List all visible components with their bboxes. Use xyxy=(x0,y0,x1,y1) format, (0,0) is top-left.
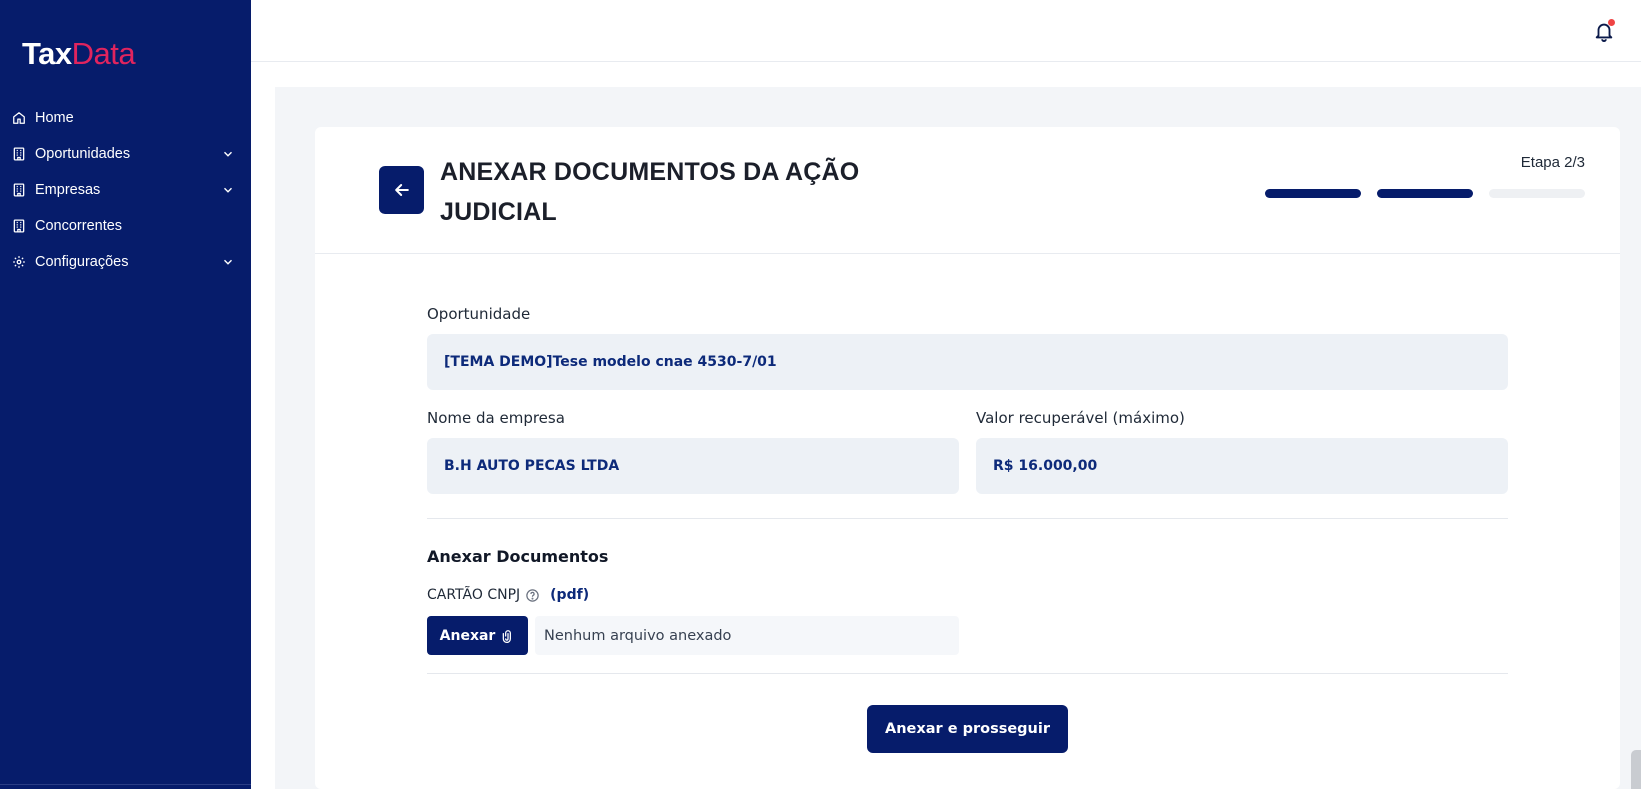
sidebar-item-label: Concorrentes xyxy=(35,218,123,234)
top-header xyxy=(251,0,1641,62)
logo-text-tax: Tax xyxy=(22,36,72,71)
help-circle-icon[interactable] xyxy=(525,588,540,603)
opportunity-field: [TEMA DEMO]Tese modelo cnae 4530-7/01 xyxy=(427,334,1508,390)
back-button[interactable] xyxy=(379,166,424,214)
attach-file-button[interactable]: Anexar xyxy=(427,616,528,655)
document-label: CARTÃO CNPJ (pdf) xyxy=(427,587,589,603)
form-card: ANEXAR DOCUMENTOS DA AÇÃO JUDICIAL Etapa… xyxy=(315,127,1620,789)
sidebar-item-concorrentes[interactable]: Concorrentes xyxy=(0,208,251,244)
chevron-down-icon[interactable] xyxy=(221,183,235,197)
sidebar-item-empresas[interactable]: Empresas xyxy=(0,172,251,208)
notification-badge xyxy=(1608,19,1615,26)
step-indicator-label: Etapa 2/3 xyxy=(1520,154,1585,171)
scrollbar-thumb[interactable] xyxy=(1631,750,1641,789)
attach-and-continue-button[interactable]: Anexar e prosseguir xyxy=(867,705,1068,753)
sidebar-item-label: Empresas xyxy=(35,182,101,198)
sidebar-item-oportunidades[interactable]: Oportunidades xyxy=(0,136,251,172)
step-bar-2 xyxy=(1377,189,1473,198)
attach-button-label: Anexar xyxy=(439,627,496,644)
card-header: ANEXAR DOCUMENTOS DA AÇÃO JUDICIAL Etapa… xyxy=(315,127,1620,254)
section-divider xyxy=(427,673,1508,674)
recoverable-value-label: Valor recuperável (máximo) xyxy=(976,409,1185,427)
sidebar-nav: Home Oportunidades Empresas Concorrentes xyxy=(0,100,251,280)
building-icon xyxy=(12,219,26,233)
arrow-left-icon xyxy=(394,184,409,196)
sidebar-item-home[interactable]: Home xyxy=(0,100,251,136)
paperclip-icon xyxy=(503,629,512,643)
opportunity-label: Oportunidade xyxy=(427,305,531,323)
sidebar-divider xyxy=(0,784,251,785)
sidebar: TaxData Home Oportunidades Empresas Conc… xyxy=(0,0,251,789)
company-name-label: Nome da empresa xyxy=(427,409,565,427)
gear-icon xyxy=(12,255,26,269)
sidebar-item-label: Oportunidades xyxy=(35,146,131,162)
attach-section-title: Anexar Documentos xyxy=(427,547,609,566)
company-name-field: B.H AUTO PECAS LTDA xyxy=(427,438,959,494)
file-status-field: Nenhum arquivo anexado xyxy=(535,616,959,655)
home-icon xyxy=(12,111,26,125)
step-bar-3 xyxy=(1489,189,1585,198)
chevron-down-icon[interactable] xyxy=(221,255,235,269)
section-divider xyxy=(427,518,1508,519)
sidebar-item-label: Home xyxy=(35,110,74,126)
taxdata-logo[interactable]: TaxData xyxy=(22,36,136,72)
chevron-down-icon[interactable] xyxy=(221,147,235,161)
logo-text-data: Data xyxy=(71,36,136,71)
sidebar-item-configuracoes[interactable]: Configurações xyxy=(0,244,251,280)
building-icon xyxy=(12,183,26,197)
document-name: CARTÃO CNPJ xyxy=(427,587,521,603)
step-bar-1 xyxy=(1265,189,1361,198)
document-extension: (pdf) xyxy=(550,587,590,603)
sidebar-item-label: Configurações xyxy=(35,254,129,270)
page-title: ANEXAR DOCUMENTOS DA AÇÃO JUDICIAL xyxy=(440,158,860,226)
step-progress xyxy=(1265,189,1585,198)
building-icon xyxy=(12,147,26,161)
recoverable-value-field: R$ 16.000,00 xyxy=(976,438,1508,494)
